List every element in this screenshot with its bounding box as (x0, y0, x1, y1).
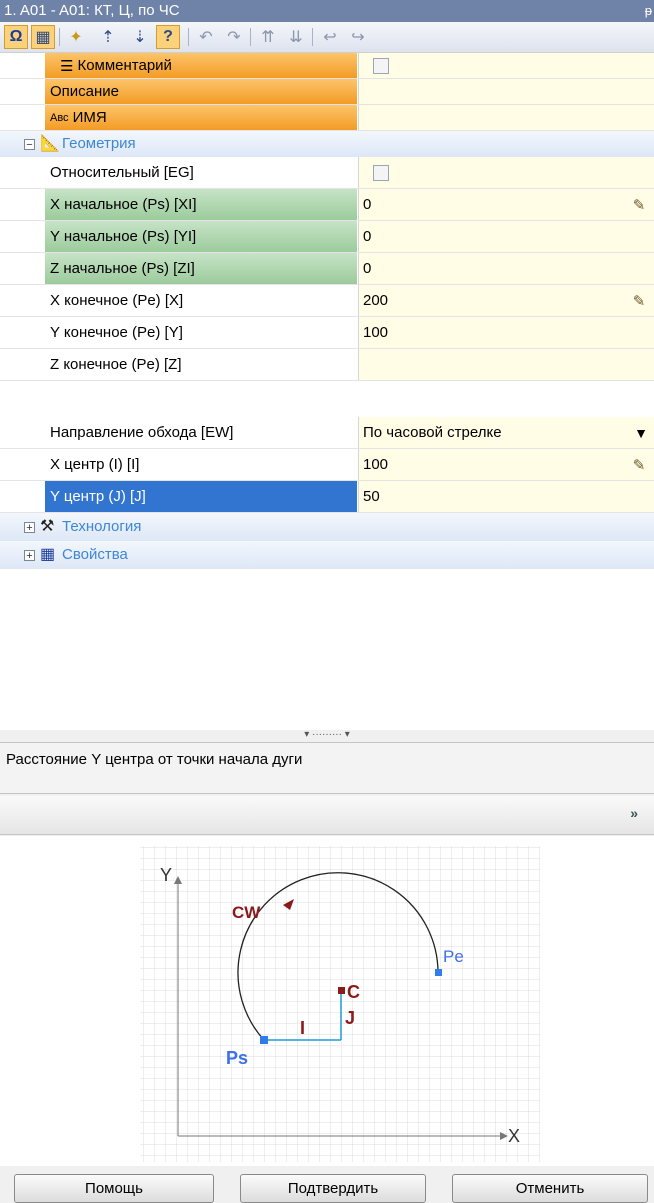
description-text: Расстояние Y центра от точки начала дуги (6, 751, 303, 768)
property-row-x-end[interactable]: X конечное (Pe) [X] 200 ✎ (0, 285, 654, 317)
geometry-label: Геометрия (62, 135, 136, 152)
omega-icon[interactable]: Ω (4, 25, 28, 49)
expand-icon[interactable]: + (24, 522, 35, 534)
x-end-value[interactable]: 200 (363, 292, 388, 309)
ps-label: Ps (226, 1048, 248, 1068)
window-titlebar: 1. A01 - A01: КТ, Ц, по ЧС ᵽ (0, 0, 654, 22)
y-start-value[interactable]: 0 (363, 228, 371, 245)
new-item-icon[interactable]: ✦ (64, 25, 88, 49)
collapse-icon[interactable]: − (24, 139, 35, 151)
dialog-buttons: Помощь Подтвердить Отменить (0, 1166, 654, 1203)
confirm-button[interactable]: Подтвердить (240, 1174, 426, 1203)
description-label: Описание (50, 83, 120, 100)
properties-label: Свойства (62, 546, 128, 563)
z-start-label: Z начальное (Ps) [ZI] (50, 260, 195, 277)
text-type-icon: Авс (50, 111, 69, 124)
z-start-value[interactable]: 0 (363, 260, 371, 277)
property-row-relative[interactable]: Относительный [EG] (0, 157, 654, 189)
relative-checkbox[interactable] (373, 164, 389, 181)
rotate-icon[interactable]: ↶ (194, 25, 218, 49)
list-icon: ☰ (60, 57, 74, 75)
axis-y-label: Y (160, 865, 172, 885)
y-center-value[interactable]: 50 (363, 488, 380, 505)
point-pe (435, 969, 442, 976)
edit-icon[interactable]: ✎ (628, 291, 650, 311)
help-button[interactable]: Помощь (14, 1174, 214, 1203)
property-row-z-end[interactable]: Z конечное (Pe) [Z] (0, 349, 654, 381)
property-row-description[interactable]: Описание (0, 79, 654, 105)
x-center-label: X центр (I) [I] (50, 456, 140, 473)
y-center-label: Y центр (J) [J] (50, 488, 146, 505)
diagram-grid (140, 846, 540, 1162)
z-end-label: Z конечное (Pe) [Z] (50, 356, 182, 373)
toolbar: Ω ▦ ✦ ⇡ ⇣ ? ↶ ↷ ⇈ ⇊ ↩ ↪ (0, 22, 654, 53)
x-end-label: X конечное (Pe) [X] (50, 292, 184, 309)
move-down-icon[interactable]: ⇣ (128, 25, 152, 49)
property-row-x-start[interactable]: X начальное (Ps) [XI] 0 ✎ (0, 189, 654, 221)
cancel-button[interactable]: Отменить (452, 1174, 648, 1203)
property-row-x-center[interactable]: X центр (I) [I] 100 ✎ (0, 449, 654, 481)
y-end-label: Y конечное (Pe) [Y] (50, 324, 183, 341)
arc-diagram: X Y CW Pe Ps C I J (140, 846, 540, 1162)
category-properties[interactable]: + ▦ Свойства (0, 541, 654, 569)
property-spacer (0, 381, 654, 417)
rotate-right-icon[interactable]: ↷ (222, 25, 246, 49)
direction-select[interactable]: По часовой стрелке (363, 424, 502, 441)
table-view-icon[interactable]: ▦ (31, 25, 55, 49)
property-row-comment[interactable]: ☰ Комментарий (0, 53, 654, 79)
pe-label: Pe (443, 947, 464, 966)
y-start-label: Y начальное (Ps) [YI] (50, 228, 197, 245)
cw-label: CW (232, 903, 261, 922)
property-row-z-start[interactable]: Z начальное (Ps) [ZI] 0 (0, 253, 654, 285)
undo-icon[interactable]: ↩ (318, 25, 342, 49)
j-label: J (345, 1008, 355, 1028)
name-label: ИМЯ (72, 109, 107, 126)
window-title: 1. A01 - A01: КТ, Ц, по ЧС (4, 2, 180, 19)
axis-x-label: X (508, 1126, 520, 1146)
edit-icon[interactable]: ✎ (628, 455, 650, 475)
help-context-icon[interactable]: ? (156, 25, 180, 49)
expand-icon[interactable]: + (24, 550, 35, 562)
sort-up-icon[interactable]: ⇈ (256, 25, 280, 49)
category-geometry[interactable]: − 📐 Геометрия (0, 131, 654, 157)
property-description: Расстояние Y центра от точки начала дуги (0, 742, 654, 794)
name-value[interactable] (358, 105, 654, 130)
relative-label: Относительный [EG] (50, 164, 194, 181)
sort-down-icon[interactable]: ⇊ (284, 25, 308, 49)
double-chevron-down-icon[interactable]: » (630, 805, 638, 821)
point-ps (260, 1036, 268, 1044)
description-value[interactable] (358, 79, 654, 104)
property-row-name[interactable]: Авс ИМЯ (0, 105, 654, 131)
hammer-icon: ⚒ (40, 518, 55, 535)
preview-header: » (0, 796, 654, 835)
property-grid: ☰ Комментарий Описание Авс ИМЯ − 📐 Геометр… (0, 52, 654, 731)
splitter-handle[interactable]: ▾ ········· ▾ (0, 730, 654, 742)
property-row-direction[interactable]: Направление обхода [EW] По часовой стрел… (0, 417, 654, 449)
pin-icon[interactable]: ᵽ (645, 0, 652, 22)
properties-icon: ▦ (40, 546, 56, 563)
technology-label: Технология (62, 518, 142, 535)
y-end-value[interactable]: 100 (363, 324, 388, 341)
chevron-down-icon[interactable]: ▼ (628, 417, 654, 448)
property-row-y-end[interactable]: Y конечное (Pe) [Y] 100 (0, 317, 654, 349)
geometry-icon: 📐 (40, 135, 60, 152)
x-start-label: X начальное (Ps) [XI] (50, 196, 197, 213)
move-up-icon[interactable]: ⇡ (96, 25, 120, 49)
comment-label: Комментарий (77, 57, 172, 74)
redo-icon[interactable]: ↪ (346, 25, 370, 49)
c-label: C (347, 982, 360, 1002)
property-row-y-start[interactable]: Y начальное (Ps) [YI] 0 (0, 221, 654, 253)
comment-checkbox[interactable] (373, 57, 389, 74)
property-row-y-center[interactable]: Y центр (J) [J] 50 (0, 481, 654, 513)
point-c (338, 987, 345, 994)
i-label: I (300, 1018, 305, 1038)
x-start-value[interactable]: 0 (363, 196, 371, 213)
edit-icon[interactable]: ✎ (628, 195, 650, 215)
direction-label: Направление обхода [EW] (50, 424, 234, 441)
category-technology[interactable]: + ⚒ Технология (0, 513, 654, 541)
x-center-value[interactable]: 100 (363, 456, 388, 473)
arc-preview-panel: X Y CW Pe Ps C I J (0, 836, 654, 1166)
